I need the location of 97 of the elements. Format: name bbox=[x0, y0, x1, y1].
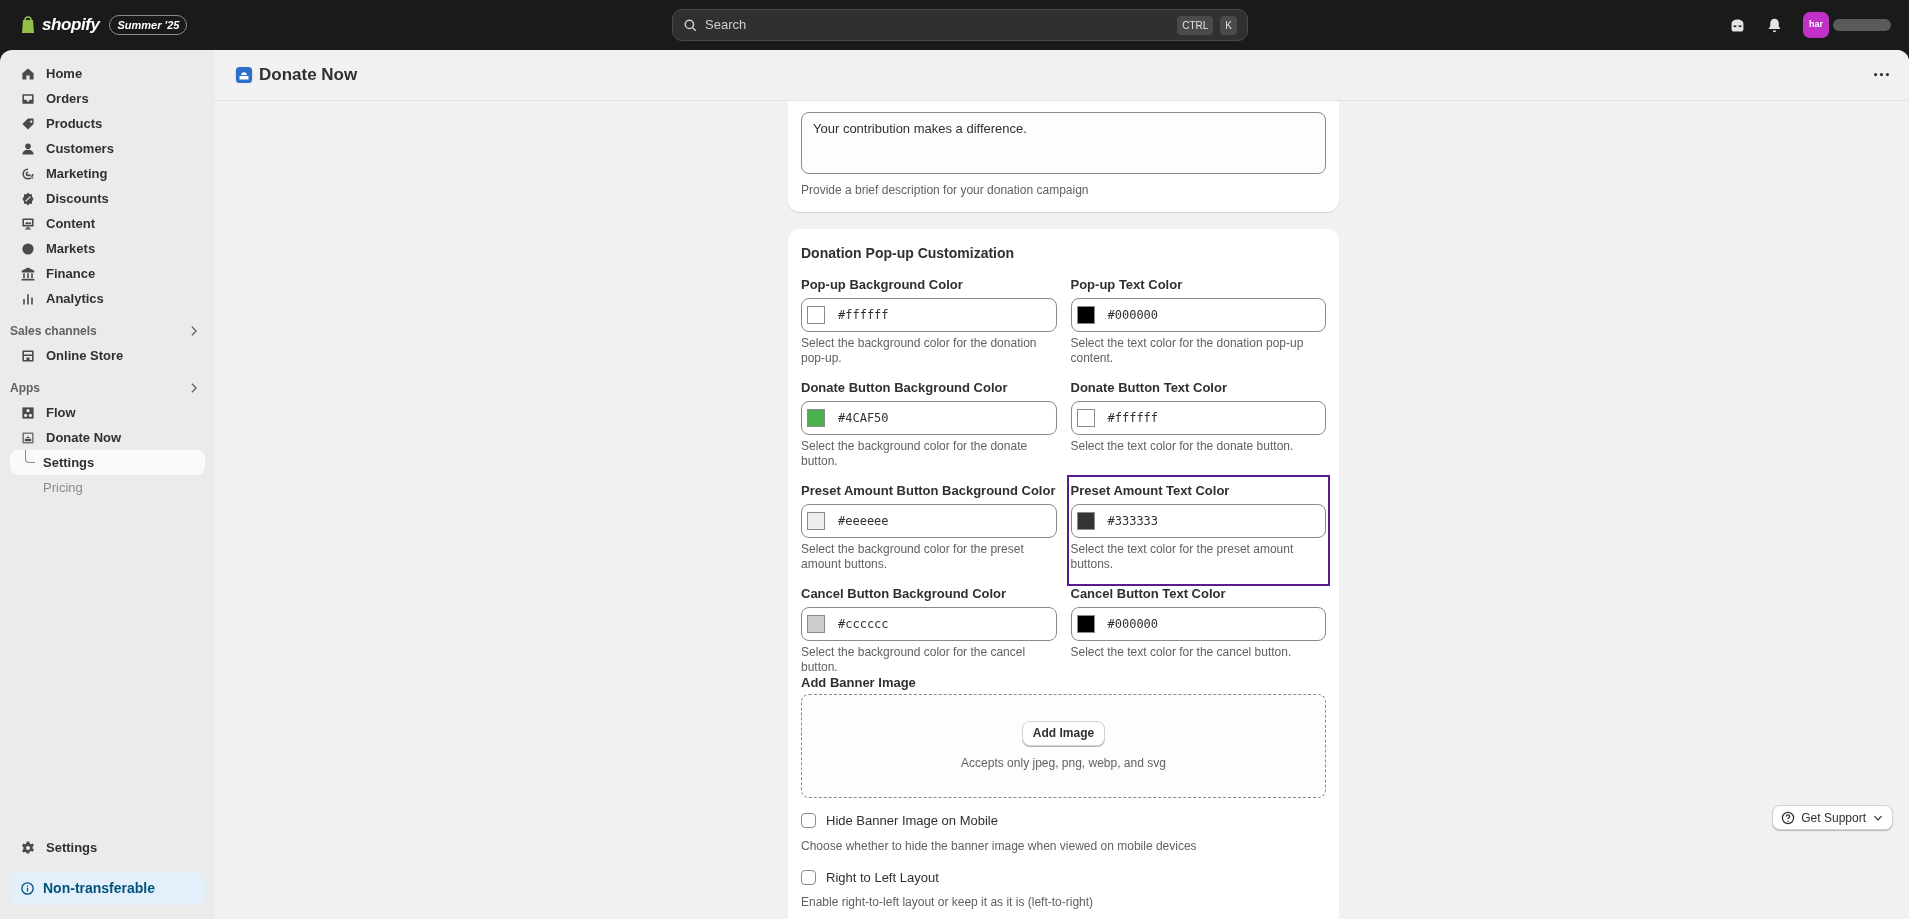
color-field[interactable]: #000000 bbox=[1070, 607, 1326, 641]
bank-icon bbox=[20, 265, 36, 282]
color-field[interactable]: #ffffff bbox=[801, 298, 1057, 332]
tag-icon bbox=[20, 115, 36, 132]
nav-item[interactable]: Products bbox=[10, 111, 205, 136]
field-label: Cancel Button Background Color bbox=[801, 585, 1008, 603]
color-field[interactable]: #333333 bbox=[1070, 504, 1326, 538]
help-text: Enable right-to-left layout or keep it as it is (left-to-right) bbox=[801, 894, 1095, 911]
color-swatch[interactable] bbox=[807, 409, 825, 427]
color-field[interactable]: #eeeeee bbox=[801, 504, 1057, 538]
app-icon bbox=[235, 66, 253, 84]
help-text: Select the background color for the preset amount buttons. bbox=[801, 542, 1025, 572]
bell-icon bbox=[1766, 16, 1783, 34]
help-text: Select the text color for the donate button. bbox=[1070, 439, 1295, 454]
help-text: Choose whether to hide the banner image when viewed on mobile devices bbox=[801, 837, 1198, 855]
nav-item[interactable]: Donate Now bbox=[10, 425, 205, 450]
nav-item[interactable]: Content bbox=[10, 211, 205, 236]
field-label: Cancel Button Text Color bbox=[1070, 585, 1227, 603]
help-text: Accepts only jpeg, png, webp, and svg bbox=[961, 754, 1166, 772]
color-value: #333333 bbox=[1107, 513, 1159, 530]
checkbox-label[interactable]: Right to Left Layout bbox=[826, 867, 939, 887]
nav-item[interactable]: Discounts bbox=[10, 186, 205, 211]
field-label: Donate Button Background Color bbox=[801, 379, 1009, 397]
color-field[interactable]: #4CAF50 bbox=[801, 401, 1057, 435]
field-label: Add Banner Image bbox=[801, 674, 917, 692]
color-value: #ffffff bbox=[1107, 410, 1159, 427]
nav-item[interactable]: Settings bbox=[10, 835, 205, 860]
color-field[interactable]: #ffffff bbox=[1070, 401, 1326, 435]
section-title: Donation Pop-up Customization bbox=[801, 244, 1016, 263]
field-label: Preset Amount Button Background Color bbox=[801, 482, 1057, 500]
checkbox-label[interactable]: Hide Banner Image on Mobile bbox=[826, 811, 998, 831]
section-heading: Sales channels bbox=[10, 323, 97, 340]
nav-item[interactable]: Markets bbox=[10, 236, 205, 261]
field-label: Pop-up Text Color bbox=[1070, 276, 1184, 294]
shortcut-key: K bbox=[1220, 15, 1237, 35]
color-value: #ffffff bbox=[838, 307, 889, 324]
search-field[interactable]: Search CTRL K bbox=[672, 9, 1248, 41]
monitor-icon bbox=[20, 215, 36, 232]
help-text: Select the background color for the cancel button. bbox=[801, 645, 1027, 675]
nav-item[interactable]: Home bbox=[10, 61, 205, 86]
checkbox[interactable] bbox=[801, 813, 816, 829]
more-actions-button[interactable] bbox=[1874, 73, 1889, 77]
page-title: Donate Now bbox=[259, 64, 358, 87]
description-field[interactable]: Your contribution makes a difference. bbox=[801, 112, 1326, 174]
help-text: Select the background color for the donate button. bbox=[801, 439, 1029, 469]
blurred-name bbox=[1833, 19, 1891, 31]
color-value: #4CAF50 bbox=[838, 410, 889, 427]
color-value: #000000 bbox=[1107, 307, 1159, 324]
color-value: #eeeeee bbox=[838, 513, 889, 530]
more-icon bbox=[1874, 73, 1889, 77]
nav-item[interactable]: Marketing bbox=[10, 161, 205, 186]
field-label: Preset Amount Text Color bbox=[1070, 482, 1231, 500]
search-icon bbox=[683, 17, 698, 33]
gear-icon bbox=[20, 839, 36, 856]
color-swatch[interactable] bbox=[807, 512, 825, 530]
drop-zone[interactable]: Add Image Accepts only jpeg, png, webp, and svg bbox=[801, 694, 1326, 798]
nav-item[interactable]: Customers bbox=[10, 136, 205, 161]
color-swatch[interactable] bbox=[1076, 512, 1095, 530]
color-value: #cccccc bbox=[838, 616, 889, 633]
support-button[interactable]: Get Support bbox=[1772, 805, 1893, 830]
nav-subitem[interactable]: Settings bbox=[10, 450, 205, 475]
avatar[interactable]: har bbox=[1803, 12, 1829, 38]
storefront-icon bbox=[20, 347, 36, 364]
color-swatch[interactable] bbox=[1076, 306, 1095, 324]
color-field[interactable]: #cccccc bbox=[801, 607, 1057, 641]
checkbox[interactable] bbox=[801, 869, 816, 885]
nav-item[interactable]: Flow bbox=[10, 400, 205, 425]
info-icon bbox=[20, 881, 35, 896]
app-icon bbox=[20, 429, 36, 446]
field-label: Donate Button Text Color bbox=[1070, 379, 1228, 397]
shortcut-key: CTRL bbox=[1177, 15, 1214, 35]
color-field[interactable]: #000000 bbox=[1070, 298, 1326, 332]
section-heading: Apps bbox=[10, 380, 40, 397]
nav-item[interactable]: Analytics bbox=[10, 286, 205, 311]
plan-label: Non-transferable bbox=[43, 879, 156, 898]
color-swatch[interactable] bbox=[1076, 409, 1095, 427]
discount-icon bbox=[20, 190, 36, 207]
flow-icon bbox=[20, 404, 36, 421]
help-text: Select the text color for the cancel button. bbox=[1070, 645, 1293, 660]
search-input[interactable]: Search bbox=[705, 15, 1171, 35]
target-icon bbox=[20, 165, 36, 182]
color-swatch[interactable] bbox=[1076, 615, 1095, 633]
add-image-button[interactable]: Add Image bbox=[1021, 720, 1106, 746]
help-icon bbox=[1781, 810, 1796, 825]
help-text: Select the text color for the preset amount buttons. bbox=[1070, 542, 1295, 572]
color-value: #000000 bbox=[1107, 616, 1159, 633]
nav-item[interactable]: Orders bbox=[10, 86, 205, 111]
nav-item[interactable]: Finance bbox=[10, 261, 205, 286]
brand-logo: shopify bbox=[42, 14, 100, 37]
person-icon bbox=[20, 140, 36, 157]
help-text: Provide a brief description for your donation campaign bbox=[801, 182, 1090, 199]
help-text: Select the text color for the donation pop-up content. bbox=[1070, 336, 1305, 366]
color-swatch[interactable] bbox=[807, 306, 825, 324]
color-swatch[interactable] bbox=[807, 615, 825, 633]
help-text: Select the background color for the donation pop-up. bbox=[801, 336, 1038, 366]
nav-item[interactable]: Online Store bbox=[10, 343, 205, 368]
field-label: Pop-up Background Color bbox=[801, 276, 964, 294]
